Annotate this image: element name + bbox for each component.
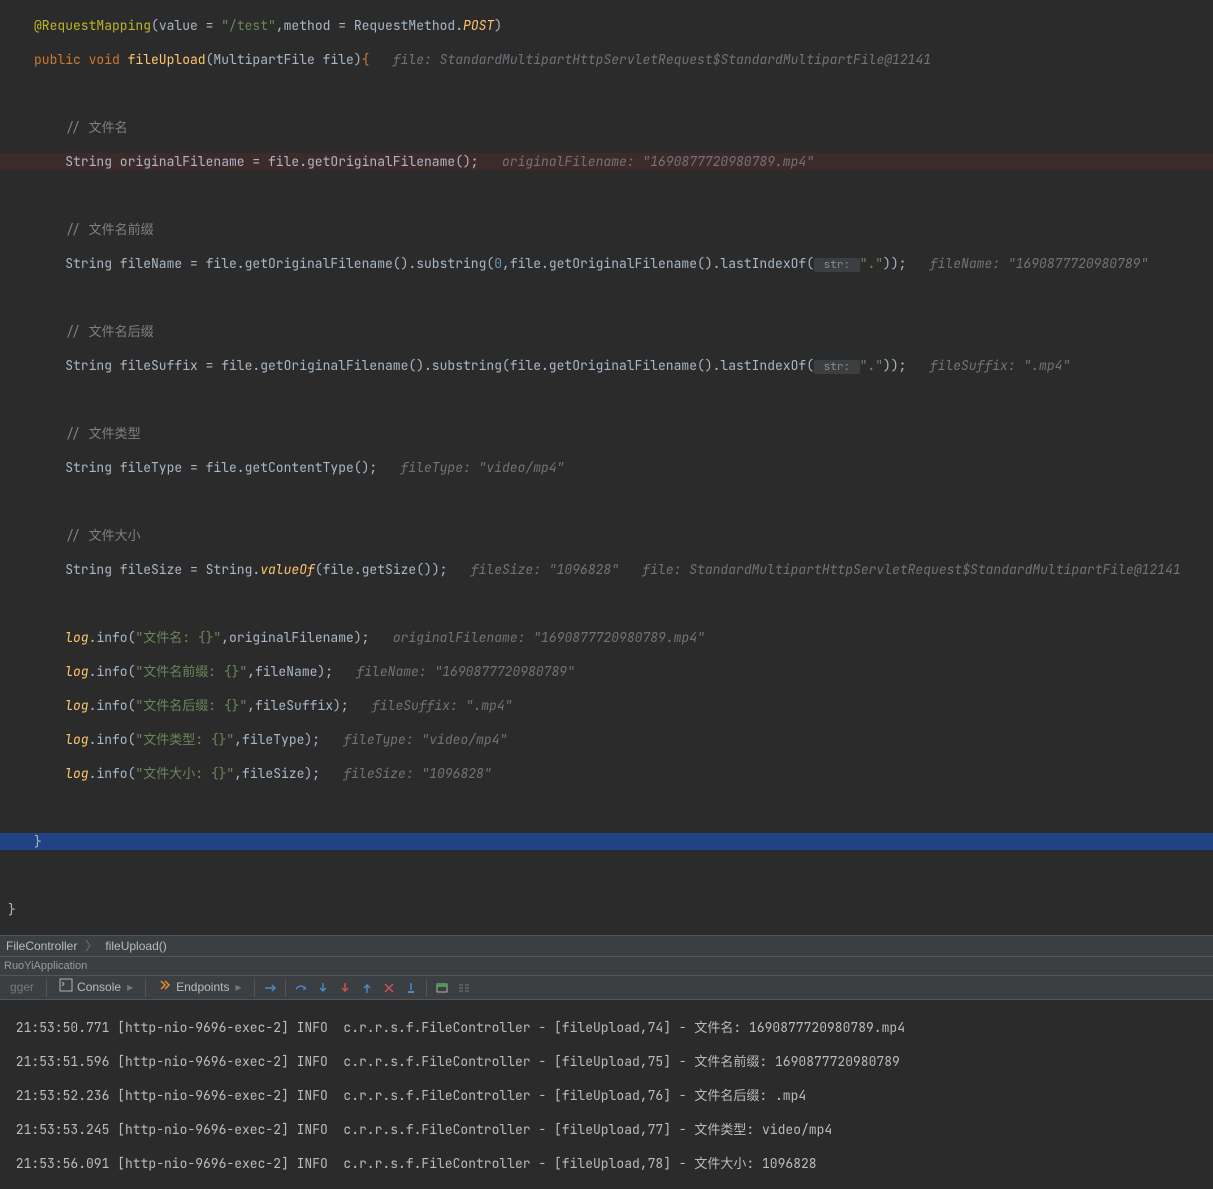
divider xyxy=(285,979,286,997)
tab-endpoints[interactable]: Endpoints ▸ xyxy=(150,977,249,999)
step-over-button[interactable] xyxy=(290,977,312,999)
inline-debug-hint: file: StandardMultipartHttpServletReques… xyxy=(369,51,931,68)
inline-debug-hint: fileSize: "1096828" xyxy=(320,765,492,782)
run-to-cursor-button[interactable] xyxy=(400,977,422,999)
endpoints-icon xyxy=(158,978,172,997)
breadcrumb-method[interactable]: fileUpload() xyxy=(105,938,166,955)
console-icon xyxy=(59,978,73,997)
trace-button[interactable] xyxy=(453,977,475,999)
inline-debug-hint: fileType: "video/mp4" xyxy=(377,459,564,476)
breadcrumb[interactable]: FileController 〉 fileUpload() xyxy=(0,935,1213,957)
divider xyxy=(426,979,427,997)
inline-debug-hint: fileSize: "1096828" file: StandardMultip… xyxy=(447,561,1180,578)
method-name: fileUpload xyxy=(128,51,206,68)
step-out-button[interactable] xyxy=(356,977,378,999)
divider xyxy=(145,979,146,997)
breadcrumb-class[interactable]: FileController xyxy=(6,938,77,955)
param-hint: str: xyxy=(814,360,860,374)
inline-debug-hint: fileSuffix: ".mp4" xyxy=(349,697,513,714)
evaluate-expression-button[interactable] xyxy=(431,977,453,999)
debug-toolbar: gger Console ▸ Endpoints ▸ xyxy=(0,976,1213,1000)
show-execution-point-button[interactable] xyxy=(259,977,281,999)
inline-debug-hint: fileName: "1690877720980789" xyxy=(906,255,1148,272)
inline-debug-hint: originalFilename: "1690877720980789.mp4" xyxy=(369,629,704,646)
divider xyxy=(46,979,47,997)
console-output[interactable]: 21:53:50.771 [http-nio-9696-exec-2] INFO… xyxy=(0,1000,1213,1189)
log-line: 21:53:52.236 [http-nio-9696-exec-2] INFO… xyxy=(8,1087,1213,1104)
force-step-into-button[interactable] xyxy=(334,977,356,999)
inline-debug-hint: fileType: "video/mp4" xyxy=(320,731,507,748)
drop-frame-button[interactable] xyxy=(378,977,400,999)
debug-config-title[interactable]: RuoYiApplication xyxy=(0,957,1213,976)
tab-console-partial[interactable]: gger xyxy=(2,977,42,999)
inline-debug-hint: fileName: "1690877720980789" xyxy=(333,663,575,680)
inline-debug-hint: fileSuffix: ".mp4" xyxy=(906,357,1070,374)
log-line: 21:53:53.245 [http-nio-9696-exec-2] INFO… xyxy=(8,1121,1213,1138)
tab-console[interactable]: Console ▸ xyxy=(51,977,141,999)
step-into-button[interactable] xyxy=(312,977,334,999)
chevron-right-icon: ▸ xyxy=(235,979,241,996)
breadcrumb-separator: 〉 xyxy=(85,938,97,955)
current-execution-line: } xyxy=(0,833,1213,850)
chevron-right-icon: ▸ xyxy=(127,979,133,996)
log-line: 21:53:50.771 [http-nio-9696-exec-2] INFO… xyxy=(8,1019,1213,1036)
inline-debug-hint: originalFilename: "1690877720980789.mp4" xyxy=(479,153,814,170)
divider xyxy=(254,979,255,997)
code-editor[interactable]: @RequestMapping(value = "/test",method =… xyxy=(0,0,1213,935)
log-line: 21:53:51.596 [http-nio-9696-exec-2] INFO… xyxy=(8,1053,1213,1070)
log-line: 21:53:56.091 [http-nio-9696-exec-2] INFO… xyxy=(8,1155,1213,1172)
param-hint: str: xyxy=(814,258,860,272)
annotation: @RequestMapping xyxy=(34,17,151,34)
